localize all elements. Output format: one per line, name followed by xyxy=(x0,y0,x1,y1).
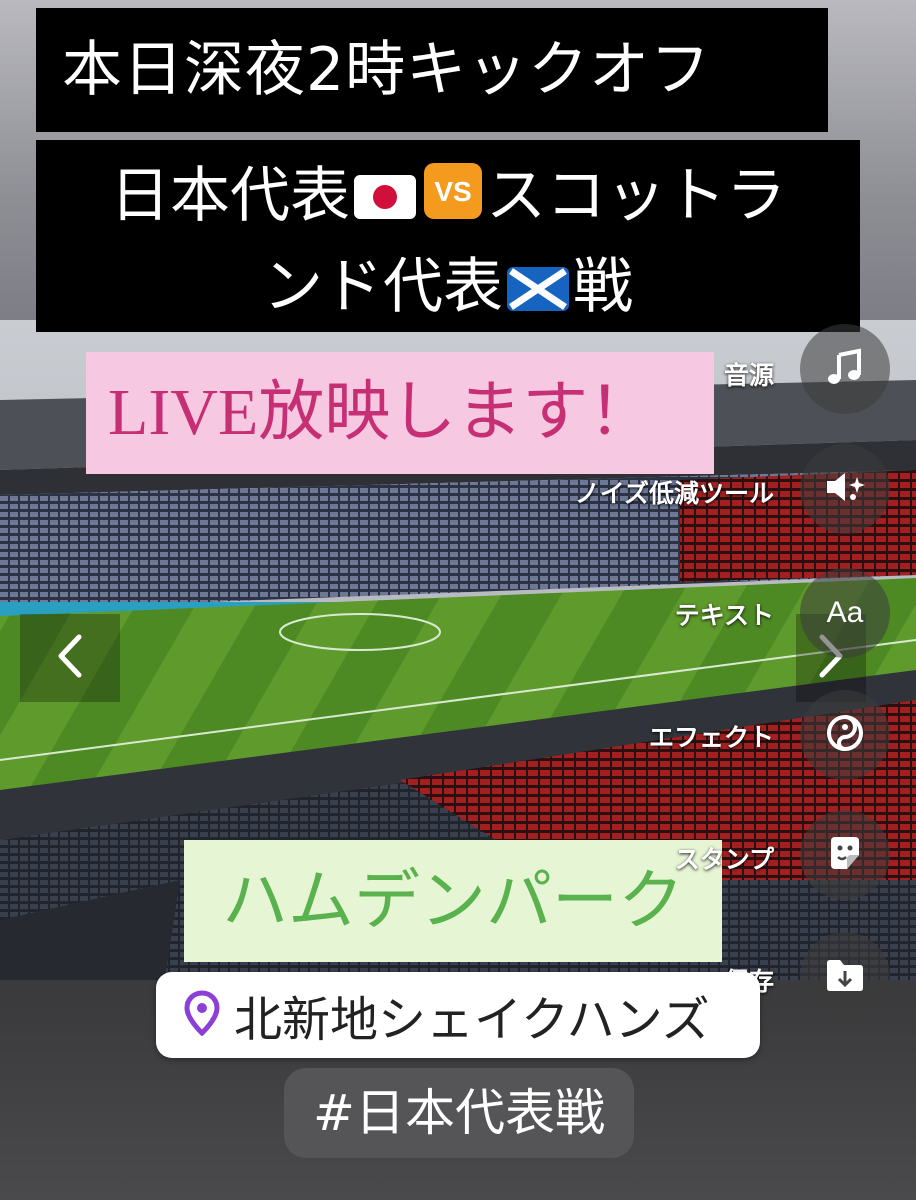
effect-icon xyxy=(825,713,865,757)
match-team-japan: 日本代表 xyxy=(110,161,350,231)
match-line-1: 日本代表 VS スコットラ xyxy=(36,152,860,243)
tool-label-text: テキスト xyxy=(674,601,774,630)
hashtag-sticker[interactable]: #日本代表戦 xyxy=(284,1068,634,1158)
live-broadcast-text[interactable]: LIVE放映します！ xyxy=(86,352,714,474)
noise-reduction-tool-button[interactable] xyxy=(800,444,890,534)
scotland-flag-icon xyxy=(507,247,569,335)
vs-icon: VS xyxy=(424,155,482,243)
match-banner: 日本代表 VS スコットラ ンド代表戦 xyxy=(36,140,860,332)
svg-text:VS: VS xyxy=(434,176,471,207)
tool-label-effect: エフェクト xyxy=(648,723,774,752)
location-text: 北新地シェイクハンズ xyxy=(234,992,710,1048)
text-aa-icon: Aa xyxy=(826,596,864,629)
match-team-scotland-part1: スコットラ xyxy=(486,161,786,231)
sticker-icon xyxy=(825,833,865,877)
tool-label-sticker: スタンプ xyxy=(674,845,774,874)
match-team-scotland-part2: ンド代表 xyxy=(263,252,503,323)
japan-flag-icon xyxy=(354,155,416,243)
previous-button[interactable] xyxy=(20,614,120,702)
music-note-icon xyxy=(825,347,865,391)
chevron-left-icon xyxy=(53,631,87,685)
sticker-tool-button[interactable] xyxy=(800,810,890,900)
effect-tool-button[interactable] xyxy=(800,690,890,780)
headline-text: 本日深夜2時キックオフ xyxy=(62,35,712,105)
tool-label-noise-reduction: ノイズ低減ツール xyxy=(574,479,774,508)
location-pin-icon xyxy=(184,990,220,1040)
headline-banner: 本日深夜2時キックオフ xyxy=(36,8,828,132)
save-download-icon xyxy=(825,957,865,997)
noise-reduction-icon xyxy=(823,467,867,511)
text-tool-button[interactable]: Aa xyxy=(800,568,890,658)
story-editor-screen: 本日深夜2時キックオフ 日本代表 VS スコットラ ンド代表戦 LIVE放映します！… xyxy=(0,0,916,1200)
tool-label-audio: 音源 xyxy=(723,361,774,390)
match-suffix: 戦 xyxy=(573,252,633,323)
location-sticker[interactable]: 北新地シェイクハンズ xyxy=(156,972,760,1058)
match-line-2: ンド代表戦 xyxy=(36,243,860,334)
save-tool-button[interactable] xyxy=(800,932,890,1022)
audio-tool-button[interactable] xyxy=(800,324,890,414)
stadium-name-text[interactable]: ハムデンパーク xyxy=(184,840,722,962)
